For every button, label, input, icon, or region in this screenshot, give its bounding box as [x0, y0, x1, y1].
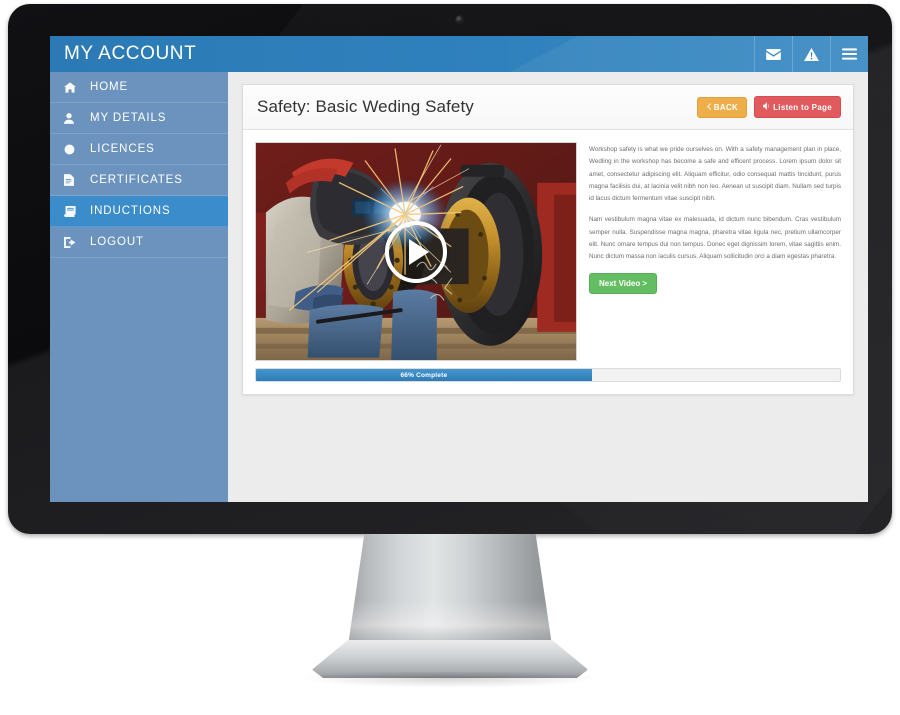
sidebar-item-logout[interactable]: LOGOUT	[50, 227, 228, 258]
panel-body: Workshop safety is what we pride ourselv…	[243, 130, 853, 362]
desktop-monitor-scene: MY ACCOUNT HOME MY DETAILS LICENCES CERT…	[0, 0, 900, 715]
panel-header: Safety: Basic Weding Safety BACK Listen …	[243, 85, 853, 130]
document-icon	[64, 174, 86, 186]
sidebar-item-home[interactable]: HOME	[50, 72, 228, 103]
screen: MY ACCOUNT HOME MY DETAILS LICENCES CERT…	[50, 36, 868, 502]
next-video-button[interactable]: Next Video >	[589, 273, 658, 295]
back-button[interactable]: BACK	[696, 96, 748, 118]
sidebar-item-label: LICENCES	[90, 143, 155, 155]
course-panel: Safety: Basic Weding Safety BACK Listen …	[242, 84, 854, 395]
webcam-icon	[456, 16, 463, 23]
monitor-bezel: MY ACCOUNT HOME MY DETAILS LICENCES CERT…	[8, 4, 892, 534]
video-player[interactable]	[255, 142, 577, 361]
app-title: MY ACCOUNT	[64, 43, 197, 64]
play-button[interactable]	[385, 220, 447, 283]
home-icon	[64, 81, 86, 93]
sidebar-item-certificates[interactable]: CERTIFICATES	[50, 165, 228, 196]
sidebar-item-label: CERTIFICATES	[90, 174, 183, 186]
listen-to-page-button[interactable]: Listen to Page	[754, 96, 841, 118]
sidebar-item-label: MY DETAILS	[90, 112, 167, 124]
book-icon	[64, 205, 86, 217]
chevron-left-icon	[706, 102, 711, 112]
app-header: MY ACCOUNT	[50, 36, 868, 72]
lesson-paragraph: Workshop safety is what we pride ourselv…	[589, 146, 841, 203]
circle-icon	[64, 144, 86, 155]
sidebar-item-my-details[interactable]: MY DETAILS	[50, 103, 228, 134]
sidebar-item-label: INDUCTIONS	[90, 205, 171, 217]
mail-icon[interactable]	[754, 36, 792, 72]
monitor-shadow	[300, 672, 600, 688]
sidebar-item-inductions[interactable]: INDUCTIONS	[50, 196, 228, 227]
monitor-stand-neck	[348, 534, 552, 646]
sidebar-item-label: LOGOUT	[90, 236, 144, 248]
page-title: Safety: Basic Weding Safety	[257, 97, 474, 116]
user-icon	[64, 112, 86, 124]
progress-bar: 66% Complete	[255, 368, 841, 382]
play-triangle-icon	[408, 238, 429, 265]
logout-icon	[64, 236, 86, 248]
menu-icon[interactable]	[830, 36, 868, 72]
speaker-icon	[763, 102, 770, 112]
main-content: Safety: Basic Weding Safety BACK Listen …	[228, 72, 868, 502]
lesson-text: Workshop safety is what we pride ourselv…	[589, 142, 841, 362]
panel-actions: BACK Listen to Page	[696, 96, 841, 118]
back-button-label: BACK	[713, 102, 739, 112]
progress-row: 66% Complete	[243, 362, 853, 394]
progress-label: 66% Complete	[400, 371, 448, 379]
listen-button-label: Listen to Page	[773, 102, 832, 112]
sidebar-item-licences[interactable]: LICENCES	[50, 134, 228, 165]
screen-body: HOME MY DETAILS LICENCES CERTIFICATES IN…	[50, 72, 868, 502]
progress-fill: 66% Complete	[256, 369, 592, 381]
sidebar-nav: HOME MY DETAILS LICENCES CERTIFICATES IN…	[50, 72, 228, 502]
alert-icon[interactable]	[792, 36, 830, 72]
sidebar-item-label: HOME	[90, 81, 129, 93]
lesson-paragraph: Nam vestibulum magna vitae ex malesuada,…	[589, 216, 841, 261]
header-icon-group	[754, 36, 868, 72]
